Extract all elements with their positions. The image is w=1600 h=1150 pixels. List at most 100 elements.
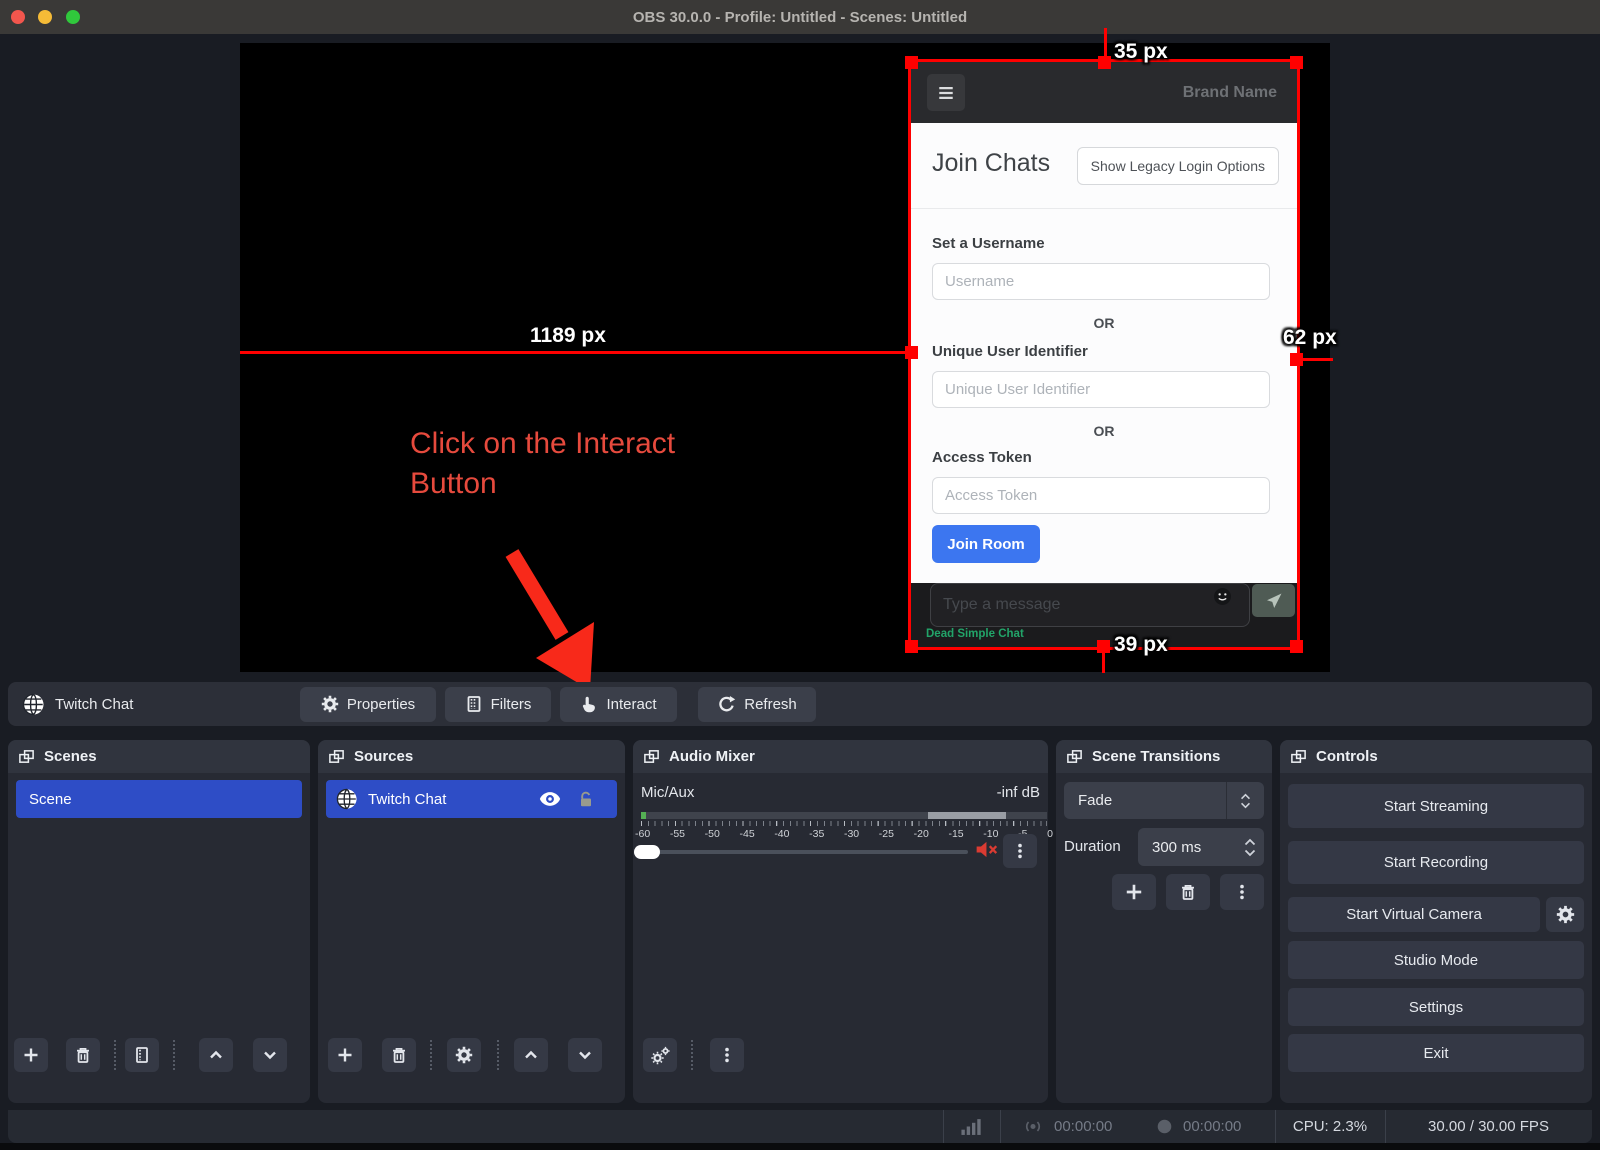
interact-button[interactable]: Interact: [560, 687, 677, 722]
chevron-up-icon: [207, 1046, 225, 1064]
plus-icon: [336, 1046, 354, 1064]
selected-source-label: Twitch Chat: [55, 696, 133, 713]
fps-readout: 30.00 / 30.00 FPS: [1385, 1110, 1592, 1143]
window-bottom-edge: [0, 1143, 1600, 1150]
filters-button[interactable]: Filters: [445, 687, 551, 722]
or-separator-1: OR: [911, 315, 1297, 331]
close-window-button[interactable]: [11, 10, 25, 24]
refresh-button[interactable]: Refresh: [698, 687, 816, 722]
transition-select-arrows[interactable]: [1226, 782, 1264, 819]
add-transition-button[interactable]: [1112, 874, 1156, 910]
mixer-options-button[interactable]: [1003, 834, 1037, 868]
start-streaming-button[interactable]: Start Streaming: [1288, 784, 1584, 828]
join-chats-card: Join Chats Show Legacy Login Options Set…: [911, 123, 1297, 583]
tick-label: -25: [879, 828, 894, 840]
transitions-dock-title: Scene Transitions: [1092, 748, 1220, 765]
dead-simple-chat-link[interactable]: Dead Simple Chat: [926, 628, 1024, 640]
chevron-down-icon: [1244, 849, 1256, 857]
uuid-field[interactable]: [932, 371, 1270, 408]
emoji-icon[interactable]: [1213, 587, 1232, 606]
scene-up-button[interactable]: [199, 1038, 233, 1072]
selection-handle-bottom-right[interactable]: [1290, 640, 1303, 653]
statusbar-separator: [943, 1110, 944, 1143]
selection-handle-bottom-left[interactable]: [905, 640, 918, 653]
scenes-dock-header[interactable]: Scenes: [8, 740, 310, 773]
title-bar: OBS 30.0.0 - Profile: Untitled - Scenes:…: [0, 0, 1600, 34]
transition-options-button[interactable]: [1220, 874, 1264, 910]
scene-list-item[interactable]: Scene: [16, 780, 302, 818]
remove-scene-button[interactable]: [66, 1038, 100, 1072]
hamburger-icon: [935, 82, 957, 104]
measure-label-bottom: 39 px: [1114, 633, 1168, 657]
send-button[interactable]: [1252, 584, 1295, 617]
zoom-window-button[interactable]: [66, 10, 80, 24]
send-icon: [1265, 592, 1283, 610]
record-time: 00:00:00: [1183, 1118, 1241, 1135]
chevron-up-icon: [1244, 838, 1256, 846]
source-up-button[interactable]: [514, 1038, 548, 1072]
username-field[interactable]: [932, 263, 1270, 300]
start-virtual-camera-button[interactable]: Start Virtual Camera: [1288, 897, 1540, 932]
statusbar-separator: [1000, 1110, 1001, 1143]
eye-visibility-icon[interactable]: [539, 791, 561, 807]
trash-icon: [390, 1046, 408, 1064]
message-field[interactable]: [930, 583, 1250, 627]
source-item-label: Twitch Chat: [368, 791, 446, 808]
remove-source-button[interactable]: [382, 1038, 416, 1072]
access-token-field[interactable]: [932, 477, 1270, 514]
dock-icon: [328, 748, 345, 765]
selection-handle-top-left[interactable]: [905, 56, 918, 69]
join-room-button[interactable]: Join Room: [932, 525, 1040, 563]
legacy-login-button[interactable]: Show Legacy Login Options: [1077, 147, 1279, 185]
volume-slider-handle[interactable]: [634, 845, 660, 859]
source-list-item[interactable]: Twitch Chat: [326, 780, 617, 818]
mixer-menu-button[interactable]: [710, 1038, 744, 1072]
settings-button[interactable]: Settings: [1288, 988, 1584, 1026]
toolbar-separator: [691, 1040, 693, 1070]
scene-filters-button[interactable]: [125, 1038, 159, 1072]
minimize-window-button[interactable]: [38, 10, 52, 24]
interact-label: Interact: [606, 696, 656, 713]
start-recording-button[interactable]: Start Recording: [1288, 841, 1584, 884]
unlock-icon[interactable]: [577, 790, 595, 808]
virtual-camera-settings-button[interactable]: [1546, 897, 1584, 932]
properties-button[interactable]: Properties: [300, 687, 436, 722]
transition-select[interactable]: Fade: [1064, 782, 1264, 819]
properties-label: Properties: [347, 696, 415, 713]
access-token-label: Access Token: [932, 449, 1032, 466]
mute-icon[interactable]: [975, 839, 999, 860]
exit-button[interactable]: Exit: [1288, 1034, 1584, 1072]
tick-label: -45: [739, 828, 754, 840]
volume-slider-track[interactable]: [641, 850, 968, 854]
audio-mixer-header[interactable]: Audio Mixer: [633, 740, 1048, 773]
selection-handle-top-right[interactable]: [1290, 56, 1303, 69]
tick-label: -30: [844, 828, 859, 840]
controls-dock-header[interactable]: Controls: [1280, 740, 1592, 773]
mixer-level-readout: -inf dB: [997, 784, 1040, 801]
add-source-button[interactable]: [328, 1038, 362, 1072]
source-properties-button[interactable]: [447, 1038, 481, 1072]
or-separator-2: OR: [911, 423, 1297, 439]
sources-dock-header[interactable]: Sources: [318, 740, 625, 773]
hamburger-menu-button[interactable]: [927, 74, 965, 111]
duration-spinbox[interactable]: 300 ms: [1138, 828, 1264, 866]
sources-dock-title: Sources: [354, 748, 413, 765]
remove-transition-button[interactable]: [1166, 874, 1210, 910]
toolbar-separator: [430, 1040, 432, 1070]
measure-line-right: [1300, 358, 1333, 361]
scene-item-label: Scene: [29, 791, 72, 808]
duration-value: 300 ms: [1152, 828, 1201, 866]
measure-line-bottom: [1102, 650, 1105, 673]
transitions-dock-header[interactable]: Scene Transitions: [1056, 740, 1272, 773]
chevron-down-icon: [1240, 802, 1251, 809]
cpu-usage: CPU: 2.3%: [1275, 1110, 1385, 1143]
scene-down-button[interactable]: [253, 1038, 287, 1072]
add-scene-button[interactable]: [14, 1038, 48, 1072]
source-down-button[interactable]: [568, 1038, 602, 1072]
studio-mode-button[interactable]: Studio Mode: [1288, 941, 1584, 979]
tick-label: -40: [774, 828, 789, 840]
browser-source-widget[interactable]: Brand Name Join Chats Show Legacy Login …: [911, 62, 1297, 647]
advanced-audio-button[interactable]: [643, 1038, 677, 1072]
toolbar-separator: [173, 1040, 175, 1070]
duration-spin-arrows[interactable]: [1244, 828, 1256, 866]
